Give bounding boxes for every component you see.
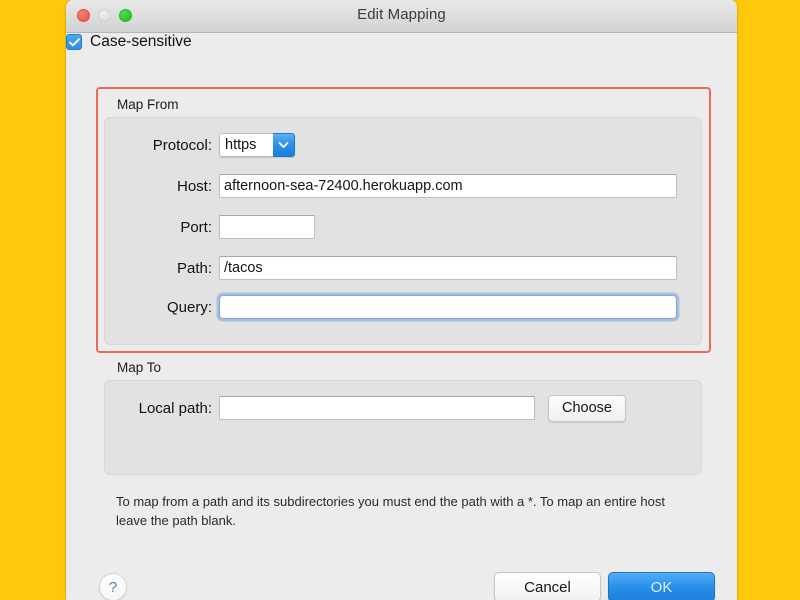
choose-button[interactable]: Choose: [548, 394, 626, 422]
help-description-text: To map from a path and its subdirectorie…: [116, 494, 665, 528]
map-from-group-label: Map From: [117, 97, 179, 112]
window-title: Edit Mapping: [357, 6, 446, 23]
host-label: Host:: [176, 177, 212, 195]
checkmark-icon[interactable]: [66, 34, 82, 50]
edit-mapping-window: Edit Mapping Map From Protocol: https Ho…: [66, 0, 737, 600]
host-row: Host:: [116, 173, 677, 199]
protocol-select[interactable]: https: [219, 133, 295, 157]
help-button[interactable]: ?: [99, 573, 127, 600]
query-label: Query:: [166, 298, 212, 316]
local-path-input[interactable]: [219, 396, 535, 420]
case-sensitive-label: Case-sensitive: [90, 33, 192, 50]
port-row: Port:: [116, 214, 315, 240]
query-input[interactable]: [219, 295, 677, 319]
query-row: Query:: [116, 294, 677, 320]
case-sensitive-row[interactable]: Case-sensitive: [66, 33, 737, 51]
map-to-group-label: Map To: [117, 360, 162, 375]
window-titlebar: Edit Mapping: [66, 0, 737, 33]
path-row: Path:: [116, 255, 677, 281]
cancel-button[interactable]: Cancel: [494, 572, 601, 600]
host-input[interactable]: [219, 174, 677, 198]
screen-background: Edit Mapping Map From Protocol: https Ho…: [0, 0, 800, 600]
port-input[interactable]: [219, 215, 315, 239]
local-path-row: Local path: Choose: [116, 394, 626, 422]
path-label: Path:: [176, 259, 212, 277]
path-input[interactable]: [219, 256, 677, 280]
local-path-label: Local path:: [138, 399, 212, 417]
chevron-down-icon: [273, 133, 295, 157]
protocol-row: Protocol: https: [116, 132, 295, 158]
ok-button[interactable]: OK: [608, 572, 715, 600]
port-label: Port:: [180, 218, 212, 236]
protocol-select-value: https: [219, 133, 273, 157]
protocol-label: Protocol:: [152, 136, 212, 154]
dialog-content: Map From Protocol: https Host: Port:: [66, 33, 737, 600]
